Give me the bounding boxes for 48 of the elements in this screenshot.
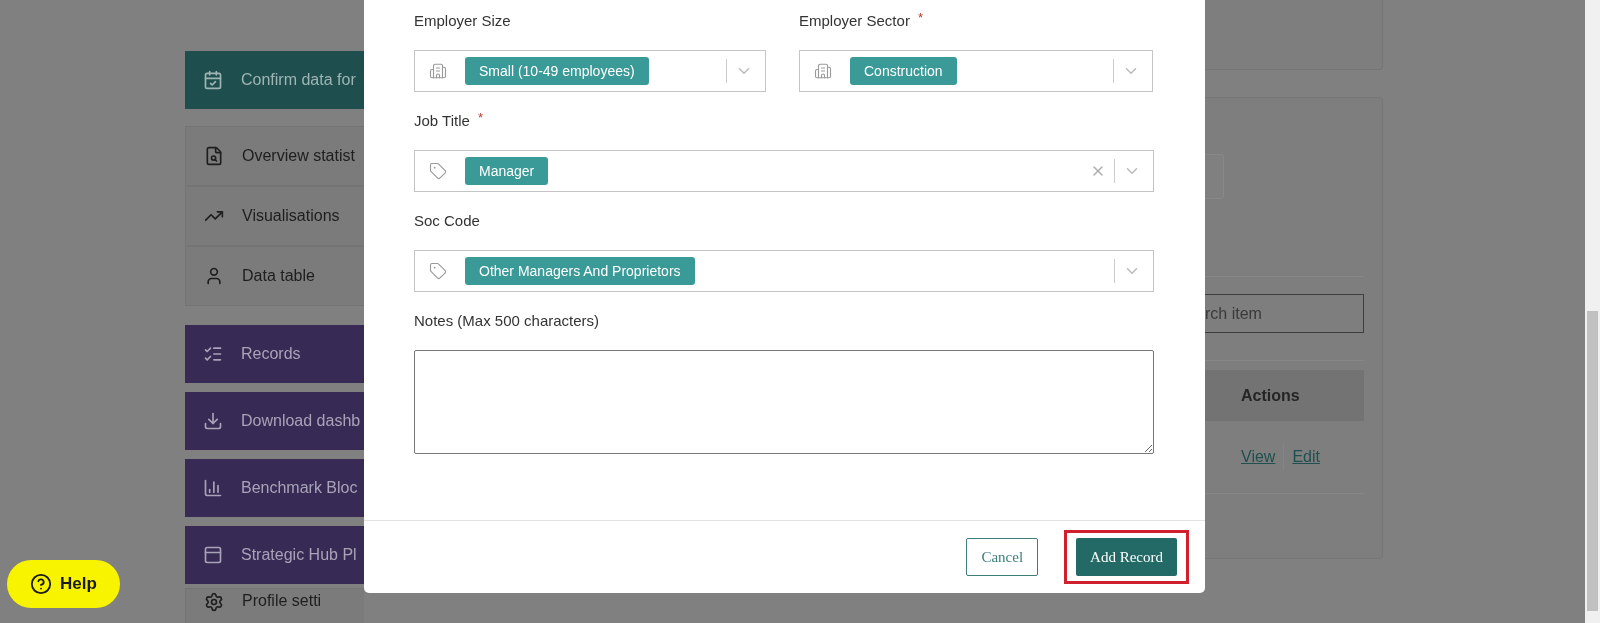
required-asterisk: *	[477, 110, 483, 125]
document-search-icon	[204, 146, 224, 166]
building-icon	[429, 62, 447, 80]
sidebar-item[interactable]: Overview statist	[185, 126, 364, 186]
selected-value-chip: Manager	[465, 157, 549, 185]
select-field[interactable]: Manager	[414, 150, 1154, 192]
cancel-button[interactable]: Cancel	[966, 538, 1039, 576]
help-icon	[30, 573, 53, 595]
action-link[interactable]: Edit	[1292, 448, 1320, 466]
sidebar-item[interactable]: Visualisations	[185, 186, 364, 246]
selected-value-chip: Other Managers And Proprietors	[465, 257, 695, 285]
add-record-button[interactable]: Add Record	[1076, 538, 1177, 576]
sidebar-item[interactable]: Strategic Hub Pl	[185, 526, 364, 584]
building-icon	[814, 62, 832, 80]
sidebar-item[interactable]: Benchmark Bloc	[185, 459, 364, 517]
table-header: Actions	[1205, 370, 1364, 421]
select-field[interactable]: Construction	[799, 50, 1153, 92]
action-link[interactable]: View	[1241, 448, 1276, 466]
field-label: Notes (Max 500 characters)	[414, 311, 600, 331]
sidebar-item[interactable]: Confirm data for	[185, 51, 364, 109]
field-label: Soc Code	[414, 211, 480, 231]
sidebar-item[interactable]: Profile setti	[185, 588, 364, 623]
select-field[interactable]: Other Managers And Proprietors	[414, 250, 1154, 292]
window-icon	[203, 545, 223, 565]
sidebar-item[interactable]: Download dashb	[185, 392, 364, 450]
search-field[interactable]: rch item	[1205, 294, 1364, 333]
bar-chart-icon	[203, 478, 223, 498]
field-label: Employer Size	[414, 11, 511, 31]
checklist-icon	[203, 344, 223, 364]
input-field[interactable]	[1205, 154, 1224, 199]
field-label: Job Title	[414, 111, 470, 131]
scrollbar-thumb[interactable]	[1587, 311, 1598, 611]
notes-field[interactable]	[414, 350, 1154, 454]
required-asterisk: *	[917, 10, 923, 25]
sidebar-item[interactable]: Records	[185, 325, 364, 383]
selected-value-chip: Small (10-49 employees)	[465, 57, 649, 85]
select-field[interactable]: Small (10-49 employees)	[414, 50, 766, 92]
tag-icon	[429, 162, 447, 180]
download-icon	[203, 411, 223, 431]
selected-value-chip: Construction	[850, 57, 957, 85]
field-label: Employer Sector	[799, 11, 910, 31]
calendar-check-icon	[203, 70, 223, 90]
settings-icon	[204, 592, 224, 612]
person-icon	[204, 266, 224, 286]
scrollbar[interactable]	[1585, 0, 1600, 623]
tag-icon	[429, 262, 447, 280]
sidebar-item[interactable]: Data table	[185, 246, 364, 306]
help-button[interactable]: Help	[7, 560, 120, 608]
